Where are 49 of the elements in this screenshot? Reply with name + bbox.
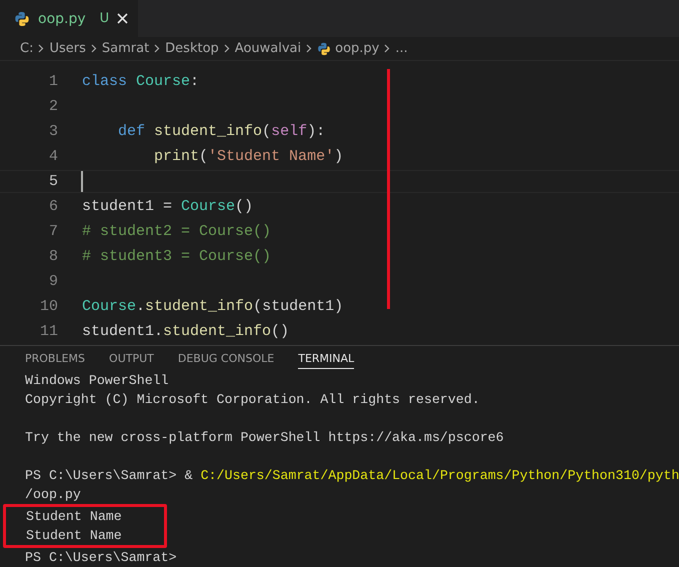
line-number: 8 <box>48 247 58 267</box>
chevron-right-icon <box>224 44 230 53</box>
terminal-line: Student Name <box>26 508 123 526</box>
breadcrumb-item[interactable]: Desktop <box>165 41 219 56</box>
code-line: # student3 = Course() <box>82 247 272 267</box>
terminal-line: /oop.py <box>25 486 82 504</box>
line-number: 2 <box>48 97 58 117</box>
line-number: 11 <box>38 322 58 342</box>
code-line: student1.student_info() <box>82 322 290 342</box>
code-line: class Course: <box>82 72 200 92</box>
breadcrumb-item[interactable]: C: <box>20 41 34 56</box>
terminal-line: PS C:\Users\Samrat> <box>25 549 178 567</box>
chevron-right-icon <box>90 44 97 53</box>
line-number: 7 <box>48 222 58 242</box>
line-number: 1 <box>48 72 58 92</box>
panel-tab[interactable]: DEBUG CONSOLE <box>178 348 274 369</box>
code-line: Course.student_info(student1) <box>82 297 344 317</box>
panel-tab[interactable]: OUTPUT <box>109 348 154 369</box>
text-cursor <box>81 171 83 192</box>
python-file-icon <box>317 42 332 56</box>
line-number: 6 <box>48 197 58 217</box>
terminal-line: PS C:\Users\Samrat> & C:/Users/Samrat/AppData/Local/Programs/Python/Python310/pyth <box>25 467 679 485</box>
terminal-line: Try the new cross-platform PowerShell https://aka.ms/pscore6 <box>25 429 505 447</box>
python-file-icon <box>14 10 30 26</box>
chevron-right-icon <box>384 44 390 53</box>
line-number: 10 <box>38 297 58 317</box>
panel-tab[interactable]: TERMINAL <box>298 348 354 369</box>
terminal-line: Student Name <box>26 527 123 545</box>
line-number: 9 <box>48 272 58 292</box>
chevron-right-icon <box>38 44 44 53</box>
code-line: student1 = Course() <box>82 197 254 217</box>
breadcrumb-item[interactable]: Samrat <box>102 41 150 56</box>
breadcrumb-item[interactable]: ... <box>395 41 408 56</box>
line-number: 5 <box>48 172 58 192</box>
breadcrumb-item[interactable]: oop.py <box>317 41 380 56</box>
close-icon[interactable] <box>117 13 128 24</box>
line-number: 3 <box>48 122 58 142</box>
editor-tab[interactable]: oop.py U <box>0 0 138 37</box>
chevron-right-icon <box>154 44 160 53</box>
chevron-right-icon <box>306 44 312 53</box>
code-line: # student2 = Course() <box>82 222 272 242</box>
breadcrumb-item[interactable]: Aouwalvai <box>234 41 302 56</box>
code-line: print('Student Name') <box>153 147 344 167</box>
breadcrumb-item[interactable]: Users <box>49 41 86 56</box>
terminal-line: Copyright (C) Microsoft Corporation. All rights reserved. <box>25 391 481 409</box>
terminal-line: Windows PowerShell <box>25 372 170 390</box>
line-number: 4 <box>48 147 58 167</box>
panel-tab[interactable]: PROBLEMS <box>25 348 86 369</box>
code-line: def student_info(self): <box>117 122 326 142</box>
